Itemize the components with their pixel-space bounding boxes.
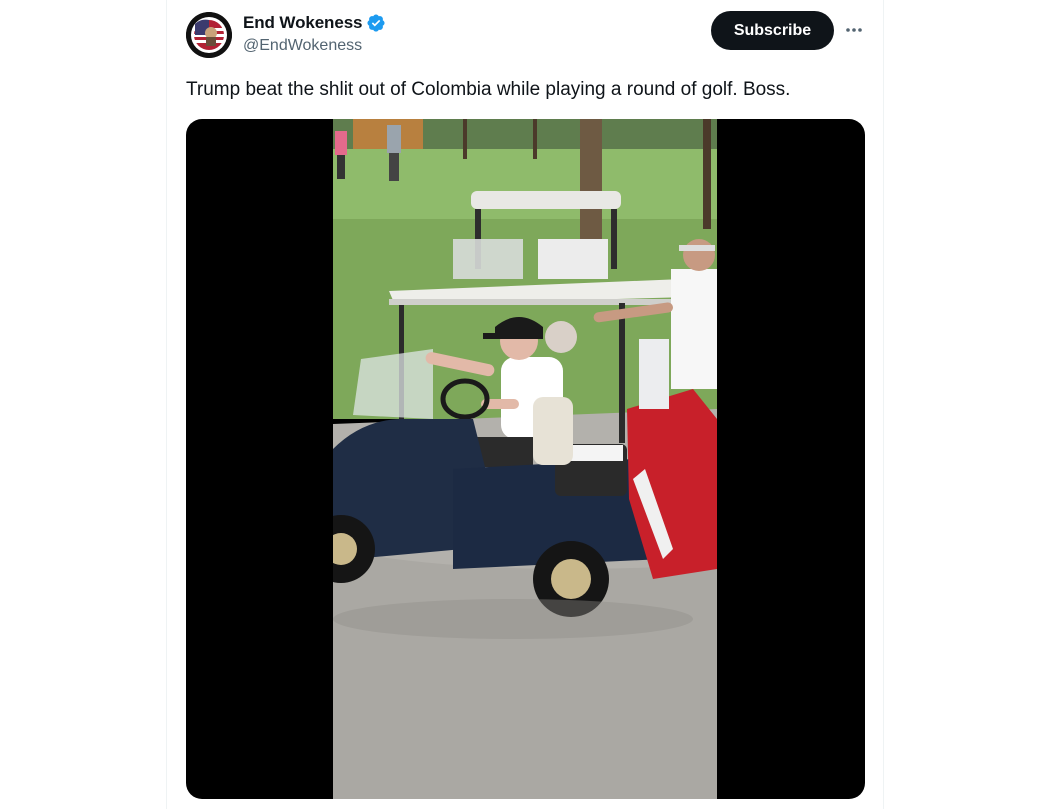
more-options-button[interactable] — [841, 17, 867, 43]
video-frame[interactable] — [333, 119, 717, 799]
video-still-golf-cart — [333, 119, 717, 799]
author-name-row[interactable]: End Wokeness — [243, 12, 386, 34]
verified-badge-icon[interactable] — [366, 13, 386, 33]
tweet-text: Trump beat the shlit out of Colombia whi… — [186, 79, 791, 100]
end-wokeness-logo — [186, 12, 232, 58]
avatar[interactable] — [186, 12, 232, 58]
author-handle[interactable]: @EndWokeness — [243, 37, 362, 55]
subscribe-button[interactable]: Subscribe — [711, 11, 834, 50]
more-horizontal-icon — [846, 28, 862, 32]
timeline-column: End Wokeness @EndWokeness Subscribe Trum… — [166, 0, 884, 809]
author-display-name[interactable]: End Wokeness — [243, 13, 363, 33]
video-player[interactable] — [186, 119, 865, 799]
tweet[interactable]: End Wokeness @EndWokeness Subscribe Trum… — [167, 0, 883, 809]
